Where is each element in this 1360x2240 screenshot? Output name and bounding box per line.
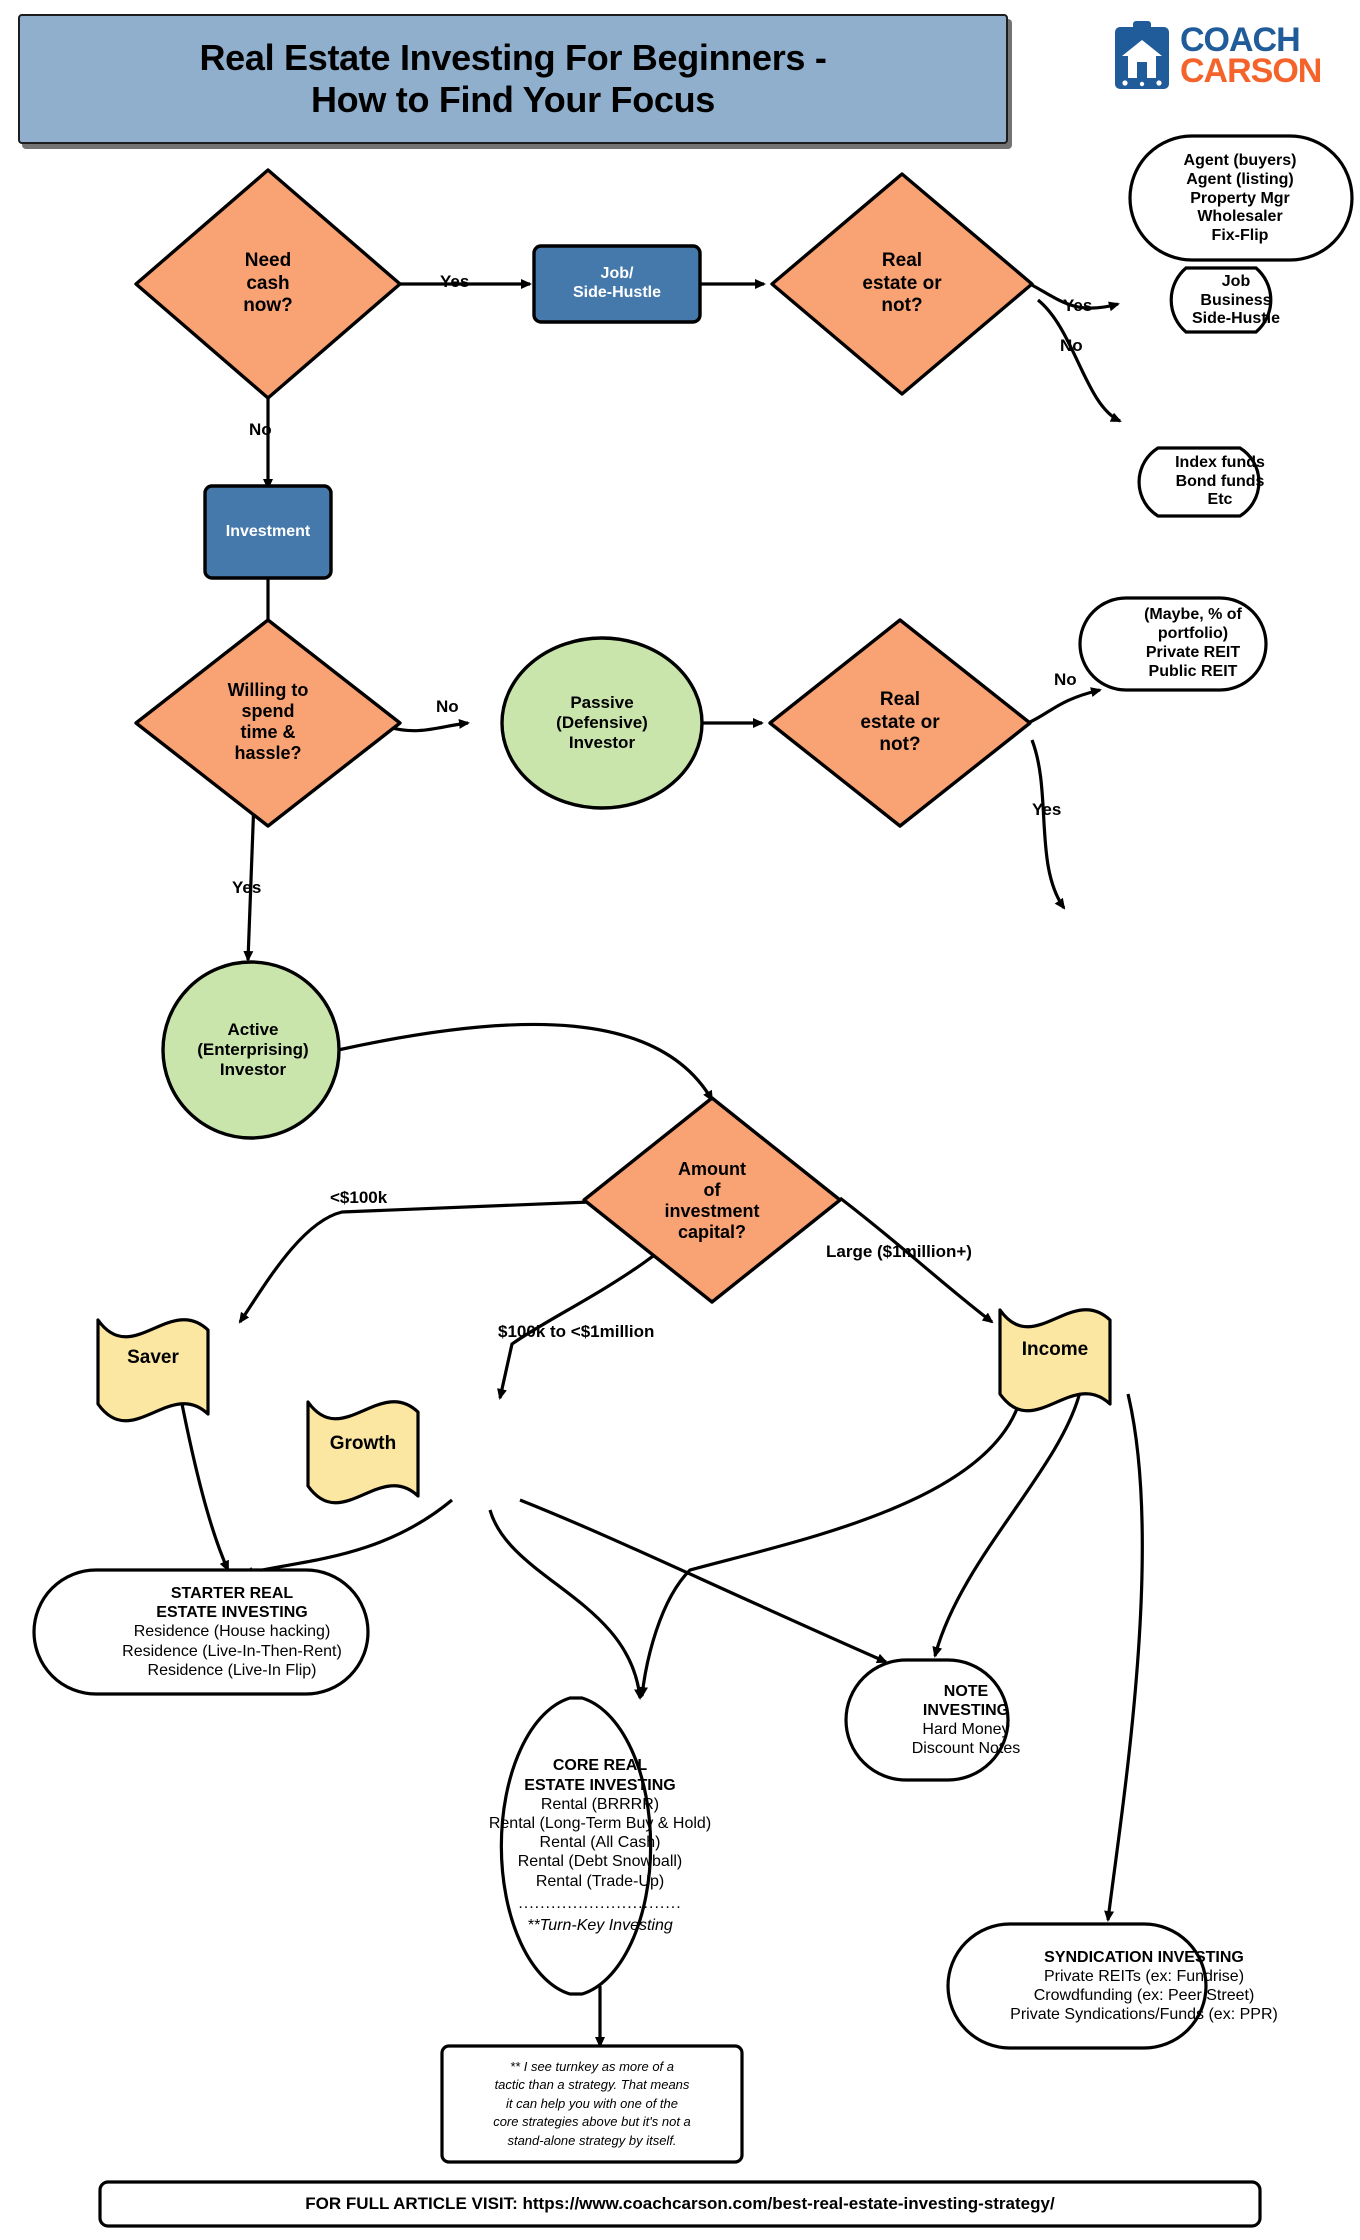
edge-label-yes-2: Yes: [1063, 296, 1093, 315]
outcome-syndication-heading: SYNDICATION INVESTING: [1044, 1948, 1244, 1966]
label-job-side-hustle-text: Job/ Side-Hustle: [572, 265, 661, 301]
label-willing-time[interactable]: Willing to spend time & hassle?: [178, 656, 358, 788]
outcome-core-heading-2: ESTATE INVESTING: [524, 1776, 676, 1794]
turnkey-note-line-5: stand-alone strategy by itself.: [507, 2132, 677, 2148]
edge-label-under-100k: <$100k: [330, 1188, 388, 1207]
label-index-funds-text: Index funds Bond funds Etc: [1175, 453, 1265, 509]
outcome-core-item-2: Rental (Long-Term Buy & Hold): [488, 1815, 712, 1833]
outcome-note[interactable]: NOTE INVESTING Hard Money Discount Notes: [886, 1664, 1046, 1776]
label-real-estate-2-text: Real estate or not?: [860, 689, 940, 756]
label-real-estate-1[interactable]: Real estate or not?: [812, 236, 992, 332]
edge-label-yes-1: Yes: [440, 272, 470, 291]
label-willing-time-text: Willing to spend time & hassle?: [227, 679, 309, 764]
edge-label-no-3: No: [436, 697, 459, 716]
turnkey-note-line-4: core strategies above but it's not a: [493, 2114, 691, 2130]
outcome-note-heading-2: INVESTING: [922, 1701, 1010, 1719]
outcome-note-heading-1: NOTE: [943, 1682, 989, 1700]
edge-label-yes-4: Yes: [232, 878, 262, 897]
label-job-side-hustle[interactable]: Job/ Side-Hustle: [534, 246, 700, 322]
label-investment-text: Investment: [225, 522, 311, 540]
outcome-starter[interactable]: STARTER REAL ESTATE INVESTING Residence …: [96, 1570, 368, 1694]
label-reits[interactable]: (Maybe, % of portfolio) Private REIT Pub…: [1100, 598, 1286, 690]
label-index-funds[interactable]: Index funds Bond funds Etc: [1132, 448, 1308, 516]
turnkey-note-line-2: tactic than a strategy. That means: [494, 2077, 690, 2093]
label-need-cash-text: Need cash now?: [243, 250, 293, 317]
edge-label-large: Large ($1million+): [826, 1242, 972, 1261]
label-need-cash[interactable]: Need cash now?: [178, 236, 358, 332]
label-job-business-text: Job Business Side-Hustle: [1191, 272, 1280, 328]
outcome-core-footnote: **Turn-Key Investing: [527, 1917, 673, 1935]
outcome-syndication-item-1: Private REITs (ex: Fundrise): [1043, 1967, 1245, 1985]
outcome-core-item-4: Rental (Debt Snowball): [517, 1853, 683, 1871]
footer-article-link[interactable]: FOR FULL ARTICLE VISIT: https://www.coac…: [72, 2186, 1288, 2222]
outcome-starter-item-1: Residence (House hacking): [133, 1623, 331, 1641]
label-saver[interactable]: Saver: [98, 1338, 208, 1378]
outcome-core-item-5: Rental (Trade-Up): [535, 1872, 665, 1890]
label-real-estate-2[interactable]: Real estate or not?: [810, 675, 990, 771]
outcome-syndication-item-3: Private Syndications/Funds (ex: PPR): [1010, 2006, 1278, 2024]
turnkey-note[interactable]: ** I see turnkey as more of a tactic tha…: [442, 2046, 742, 2162]
label-agent-list[interactable]: Agent (buyers) Agent (listing) Property …: [1140, 140, 1340, 258]
outcome-core-divider: ..............................: [518, 1894, 682, 1912]
edge-label-yes-3: Yes: [1032, 800, 1062, 819]
label-income-text: Income: [1021, 1338, 1089, 1360]
label-reits-text: (Maybe, % of portfolio) Private REIT Pub…: [1144, 606, 1242, 680]
label-saver-text: Saver: [127, 1346, 179, 1368]
outcome-starter-heading-2: ESTATE INVESTING: [156, 1604, 308, 1622]
label-active-investor-text: Active (Enterprising) Investor: [197, 1019, 309, 1080]
label-job-business[interactable]: Job Business Side-Hustle: [1148, 268, 1324, 334]
outcome-core-item-1: Rental (BRRRR): [540, 1795, 660, 1813]
outcome-syndication[interactable]: SYNDICATION INVESTING Private REITs (ex:…: [946, 1926, 1342, 2046]
outcome-starter-item-2: Residence (Live-In-Then-Rent): [122, 1642, 342, 1660]
outcome-syndication-item-2: Crowdfunding (ex: Peer Street): [1033, 1987, 1255, 2004]
label-passive-investor[interactable]: Passive (Defensive) Investor: [506, 673, 698, 773]
outcome-core-heading-1: CORE REAL: [552, 1757, 648, 1775]
edge-label-mid-range: $100k to <$1million: [498, 1322, 655, 1341]
turnkey-note-line-1: ** I see turnkey as more of a: [509, 2058, 675, 2074]
edge-label-no-1: No: [249, 420, 272, 439]
outcome-starter-heading-1: STARTER REAL: [170, 1585, 294, 1603]
outcome-note-item-2: Discount Notes: [911, 1740, 1021, 1758]
outcome-note-item-1: Hard Money: [922, 1721, 1010, 1738]
turnkey-note-line-3: it can help you with one of the: [505, 2095, 678, 2111]
label-agent-list-text: Agent (buyers) Agent (listing) Property …: [1183, 151, 1297, 245]
label-growth-text: Growth: [329, 1432, 397, 1454]
infographic-canvas: Real Estate Investing For Beginners - Ho…: [0, 0, 1360, 2240]
label-passive-investor-text: Passive (Defensive) Investor: [556, 692, 648, 753]
label-growth[interactable]: Growth: [308, 1424, 418, 1464]
label-real-estate-1-text: Real estate or not?: [862, 250, 942, 317]
edge-label-no-4: No: [1054, 670, 1077, 689]
label-investment[interactable]: Investment: [205, 486, 331, 578]
label-income[interactable]: Income: [1000, 1330, 1110, 1370]
label-amount-capital[interactable]: Amount of investment capital?: [622, 1136, 802, 1266]
label-active-investor[interactable]: Active (Enterprising) Investor: [158, 1000, 348, 1100]
edge-label-no-2: No: [1060, 336, 1083, 355]
label-amount-capital-text: Amount of investment capital?: [664, 1158, 760, 1243]
outcome-core[interactable]: CORE REAL ESTATE INVESTING Rental (BRRRR…: [452, 1710, 748, 1982]
outcome-core-item-3: Rental (All Cash): [539, 1834, 661, 1852]
outcome-starter-item-3: Residence (Live-In Flip): [147, 1661, 317, 1679]
